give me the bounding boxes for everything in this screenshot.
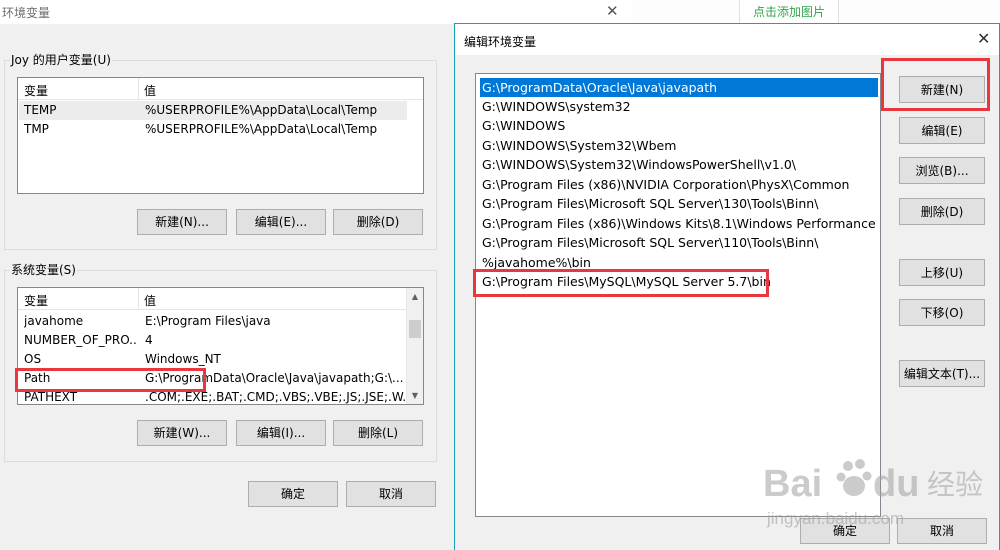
new-button[interactable]: 新建(N)	[899, 76, 985, 103]
move-up-button[interactable]: 上移(U)	[899, 259, 985, 286]
list-header: 变量 值	[18, 288, 406, 310]
column-separator[interactable]	[138, 288, 139, 310]
variable-name: javahome	[24, 314, 84, 328]
variable-value: %USERPROFILE%\AppData\Local\Temp	[145, 103, 378, 117]
baidu-jingyan-watermark: Bai du 经验 jingyan.baidu.com	[755, 452, 995, 544]
svg-text:du: du	[873, 463, 919, 505]
system-new-button[interactable]: 新建(W)...	[137, 420, 227, 446]
variable-value: Windows_NT	[145, 352, 221, 366]
list-item[interactable]: G:\Program Files (x86)\Windows Kits\8.1\…	[480, 214, 878, 233]
title-bar: 编辑环境变量 ✕	[455, 24, 999, 55]
user-new-button[interactable]: 新建(N)...	[137, 209, 227, 235]
variable-name: OS	[24, 352, 42, 366]
move-down-button[interactable]: 下移(O)	[899, 299, 985, 326]
variable-value: .COM;.EXE;.BAT;.CMD;.VBS;.VBE;.JS;.JSE;.…	[145, 390, 405, 404]
list-item[interactable]: G:\Program Files\Microsoft SQL Server\13…	[480, 194, 878, 213]
list-item[interactable]: G:\ProgramData\Oracle\Java\javapath	[480, 78, 878, 97]
column-separator[interactable]	[138, 78, 139, 100]
system-variables-list[interactable]: 变量 值 javahome E:\Program Files\java NUMB…	[17, 287, 424, 405]
scroll-down-icon[interactable]: ▼	[407, 387, 423, 404]
dialog-title: 编辑环境变量	[464, 35, 537, 49]
table-row[interactable]: TEMP %USERPROFILE%\AppData\Local\Temp	[19, 101, 407, 120]
user-variables-list[interactable]: 变量 值 TEMP %USERPROFILE%\AppData\Local\Te…	[17, 77, 424, 194]
watermark-url: jingyan.baidu.com	[766, 509, 904, 528]
system-edit-button[interactable]: 编辑(I)...	[236, 420, 326, 446]
browse-button[interactable]: 浏览(B)...	[899, 157, 985, 184]
title-bar: 环境变量 ✕	[0, 0, 632, 24]
table-row[interactable]: Path G:\ProgramData\Oracle\Java\javapath…	[19, 369, 407, 388]
variable-name: NUMBER_OF_PRO...	[24, 333, 136, 347]
variable-name: Path	[24, 371, 51, 385]
dialog-title: 环境变量	[2, 6, 51, 20]
list-item[interactable]: G:\Program Files\Microsoft SQL Server\11…	[480, 233, 878, 252]
list-item[interactable]: G:\WINDOWS\system32	[480, 97, 878, 116]
list-item[interactable]: G:\WINDOWS	[480, 116, 878, 135]
user-edit-button[interactable]: 编辑(E)...	[236, 209, 326, 235]
vertical-scrollbar[interactable]: ▲ ▼	[406, 288, 423, 404]
path-list[interactable]: G:\ProgramData\Oracle\Java\javapath G:\W…	[475, 73, 881, 517]
ok-button[interactable]: 确定	[248, 481, 338, 507]
add-picture-link[interactable]: 点击添加图片	[739, 0, 839, 24]
watermark-brand-cn: 经验	[927, 468, 983, 501]
list-item[interactable]: G:\Program Files\MySQL\MySQL Server 5.7\…	[480, 272, 878, 291]
list-item[interactable]: G:\WINDOWS\System32\Wbem	[480, 136, 878, 155]
list-item[interactable]: G:\WINDOWS\System32\WindowsPowerShell\v1…	[480, 155, 878, 174]
scroll-thumb[interactable]	[409, 320, 421, 338]
column-header-value[interactable]: 值	[144, 82, 156, 99]
variable-name: PATHEXT	[24, 390, 78, 404]
edit-text-button[interactable]: 编辑文本(T)...	[899, 360, 985, 387]
variable-name: TEMP	[24, 103, 57, 117]
system-variables-label: 系统变量(S)	[10, 261, 77, 278]
column-header-value[interactable]: 值	[144, 292, 156, 309]
variable-value: E:\Program Files\java	[145, 314, 271, 328]
watermark-graphic: Bai du 经验 jingyan.baidu.com	[763, 459, 983, 528]
close-icon[interactable]: ✕	[606, 2, 619, 20]
delete-button[interactable]: 删除(D)	[899, 198, 985, 225]
paw-icon	[836, 459, 872, 496]
table-row[interactable]: PATHEXT .COM;.EXE;.BAT;.CMD;.VBS;.VBE;.J…	[19, 388, 407, 404]
table-row[interactable]: OS Windows_NT	[19, 350, 407, 369]
close-icon[interactable]: ✕	[977, 29, 990, 48]
list-header: 变量 值	[18, 78, 423, 100]
system-delete-button[interactable]: 删除(L)	[333, 420, 423, 446]
user-delete-button[interactable]: 删除(D)	[333, 209, 423, 235]
variable-name: TMP	[24, 122, 49, 136]
variable-value: %USERPROFILE%\AppData\Local\Temp	[145, 122, 378, 136]
column-header-variable[interactable]: 变量	[24, 292, 48, 309]
list-item[interactable]: %javahome%\bin	[480, 253, 878, 272]
column-header-variable[interactable]: 变量	[24, 82, 48, 99]
list-item[interactable]: G:\Program Files (x86)\NVIDIA Corporatio…	[480, 175, 878, 194]
table-row[interactable]: NUMBER_OF_PRO... 4	[19, 331, 407, 350]
table-row[interactable]: javahome E:\Program Files\java	[19, 312, 407, 331]
edit-button[interactable]: 编辑(E)	[899, 117, 985, 144]
cancel-button[interactable]: 取消	[346, 481, 436, 507]
variable-value: G:\ProgramData\Oracle\Java\javapath;G:\.…	[145, 371, 404, 385]
table-row[interactable]: TMP %USERPROFILE%\AppData\Local\Temp	[19, 120, 407, 139]
watermark-brand: Bai	[763, 463, 822, 505]
user-variables-label: Joy 的用户变量(U)	[10, 51, 112, 68]
scroll-up-icon[interactable]: ▲	[407, 288, 423, 305]
variable-value: 4	[145, 333, 153, 347]
